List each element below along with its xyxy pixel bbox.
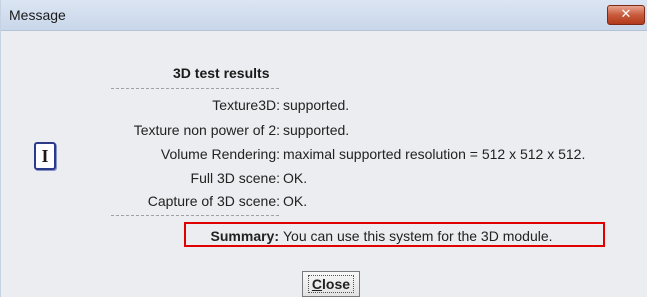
result-row: Texture3D: supported. — [1, 97, 647, 115]
results-heading: 3D test results — [173, 65, 270, 81]
result-row: Full 3D scene: OK. — [1, 170, 647, 188]
result-row: Volume Rendering: maximal supported reso… — [1, 146, 647, 164]
result-row: Capture of 3D scene: OK. — [1, 193, 647, 211]
result-value: supported. — [283, 122, 350, 138]
summary-value: You can use this system for the 3D modul… — [283, 228, 553, 244]
message-dialog: Message ✕ I 3D test results Texture3D: s… — [0, 0, 647, 297]
result-value: OK. — [283, 170, 308, 186]
close-button[interactable]: Close — [302, 271, 360, 297]
result-value: maximal supported resolution = 512 x 512… — [283, 146, 586, 162]
close-icon[interactable]: ✕ — [607, 5, 645, 25]
divider-bottom — [111, 215, 279, 216]
result-row: Texture non power of 2: supported. — [1, 122, 647, 140]
divider-top — [111, 88, 279, 89]
result-label: Capture of 3D scene: — [147, 193, 280, 209]
result-label: Texture3D: — [212, 97, 280, 113]
result-value: OK. — [283, 193, 308, 209]
title-bar: Message ✕ — [1, 0, 647, 31]
window-title: Message — [9, 7, 66, 23]
result-label: Volume Rendering: — [160, 146, 280, 162]
result-label: Texture non power of 2: — [133, 122, 280, 138]
close-button-mnemonic: C — [311, 276, 323, 292]
result-value: supported. — [283, 97, 350, 113]
result-label: Full 3D scene: — [190, 170, 280, 186]
summary-label: Summary: — [210, 228, 279, 244]
